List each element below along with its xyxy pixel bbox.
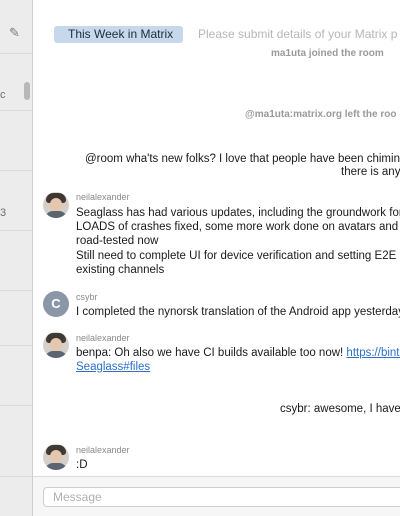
message-line: :D bbox=[76, 459, 88, 471]
message-author[interactable]: neilalexander bbox=[76, 333, 130, 343]
membership-event: @ma1uta:matrix.org left the roo bbox=[245, 109, 397, 120]
composer-bar bbox=[33, 476, 400, 516]
user-avatar[interactable]: C bbox=[43, 291, 69, 317]
message-timeline[interactable]: ma1uta joined the room @ma1uta:matrix.or… bbox=[33, 44, 400, 476]
room-title[interactable]: This Week in Matrix bbox=[54, 26, 184, 43]
message-author[interactable]: neilalexander bbox=[76, 445, 130, 455]
message-line: benpa: Oh also we have CI builds availab… bbox=[76, 347, 400, 359]
sidebar-item-peek[interactable]: 3 bbox=[0, 207, 6, 219]
message-line: @room wha'ts new folks? I love that peop… bbox=[85, 153, 400, 165]
message-line: I completed the nynorsk translation of t… bbox=[76, 306, 400, 318]
sidebar-divider bbox=[0, 170, 32, 171]
membership-event: ma1uta joined the room bbox=[271, 48, 384, 59]
user-avatar[interactable] bbox=[43, 332, 69, 358]
sidebar-divider bbox=[0, 345, 32, 346]
sidebar-divider bbox=[0, 476, 32, 477]
message-text: benpa: Oh also we have CI builds availab… bbox=[76, 347, 347, 359]
message-author[interactable]: neilalexander bbox=[76, 192, 130, 202]
room-topic: Please submit details of your Matrix p bbox=[198, 27, 398, 41]
sidebar-divider bbox=[0, 110, 32, 111]
message-line: existing channels bbox=[76, 264, 165, 276]
sidebar-divider bbox=[0, 290, 32, 291]
message-line: Still need to complete UI for device ver… bbox=[76, 250, 400, 262]
message-line: there is any bbox=[341, 166, 400, 178]
message-line: csybr: awesome, I have bbox=[280, 403, 400, 415]
message-link[interactable]: https://bintr bbox=[346, 347, 400, 359]
sidebar-scrollbar[interactable] bbox=[24, 82, 30, 100]
sidebar-divider bbox=[0, 230, 32, 231]
message-line: road-tested now bbox=[76, 235, 159, 247]
user-avatar[interactable] bbox=[43, 192, 69, 218]
room-sidebar: ✎ c 3 bbox=[0, 0, 33, 516]
message-line: Seaglass has had various updates, includ… bbox=[76, 207, 400, 219]
sidebar-divider bbox=[0, 53, 32, 54]
message-input[interactable] bbox=[43, 487, 400, 507]
compose-icon[interactable]: ✎ bbox=[9, 26, 22, 39]
sidebar-divider bbox=[0, 405, 32, 406]
user-avatar[interactable] bbox=[43, 444, 69, 470]
message-line: LOADS of crashes fixed, some more work d… bbox=[76, 221, 400, 233]
sidebar-item-peek[interactable]: c bbox=[0, 89, 6, 101]
message-link[interactable]: Seaglass#files bbox=[76, 361, 150, 373]
message-author[interactable]: csybr bbox=[76, 292, 98, 302]
